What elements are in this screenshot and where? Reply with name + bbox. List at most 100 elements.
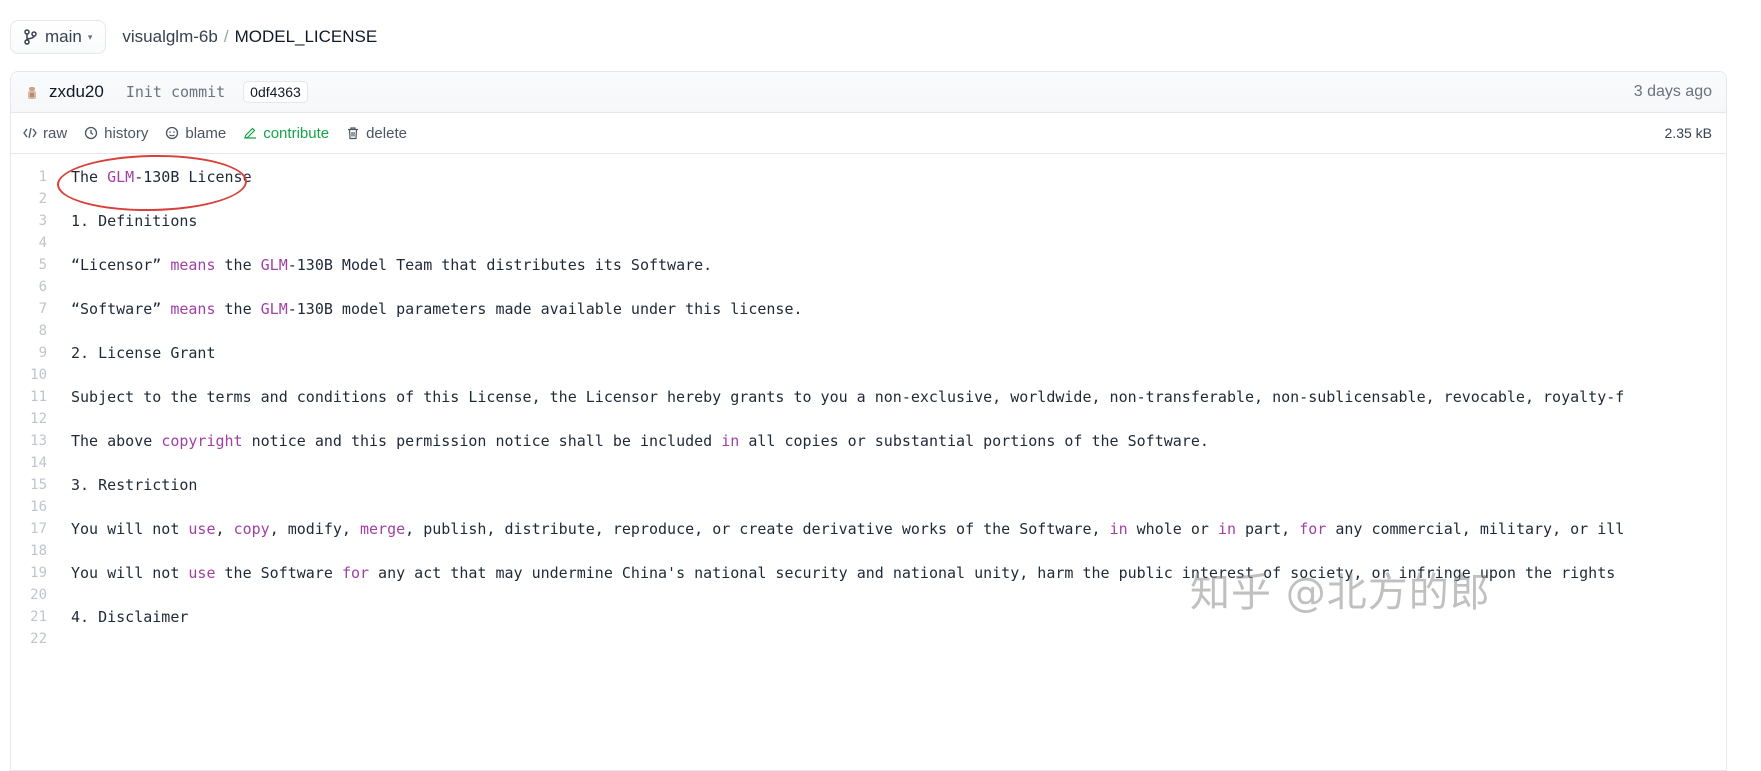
keyword-token: in xyxy=(1217,520,1236,538)
code-line: 11 Subject to the terms and conditions of… xyxy=(11,386,1726,408)
line-text: You will not use, copy, modify, merge, p… xyxy=(71,518,1624,540)
line-number[interactable]: 5 xyxy=(11,254,47,276)
line-text: You will not use the Software for any ac… xyxy=(71,562,1615,584)
code-line: 12 xyxy=(11,408,1726,430)
line-number[interactable]: 15 xyxy=(11,474,47,496)
text-token: 1. Definitions xyxy=(71,212,198,230)
raw-label: raw xyxy=(43,124,68,142)
code-line: 8 xyxy=(11,320,1726,342)
line-number[interactable]: 10 xyxy=(11,364,47,386)
line-text: 2. License Grant xyxy=(71,342,216,364)
code-line: 3 1. Definitions xyxy=(11,210,1726,232)
file-viewer-panel: zxdu20 Init commit 0df4363 3 days ago ra… xyxy=(10,71,1727,771)
text-token: 3. Restriction xyxy=(71,476,198,494)
line-text: 3. Restriction xyxy=(71,474,197,496)
line-number[interactable]: 13 xyxy=(11,430,47,452)
line-text: Subject to the terms and conditions of t… xyxy=(71,386,1624,408)
line-number[interactable]: 1 xyxy=(11,166,47,188)
git-branch-icon xyxy=(24,29,37,45)
line-text: 1. Definitions xyxy=(71,210,197,232)
keyword-token: in xyxy=(721,432,740,450)
code-line: 21 4. Disclaimer xyxy=(11,606,1726,628)
contribute-button[interactable]: contribute xyxy=(243,125,329,142)
file-header-bar: main ▾ visualglm-6b / MODEL_LICENSE xyxy=(10,20,377,54)
code-line: 4 xyxy=(11,232,1726,254)
delete-button[interactable]: delete xyxy=(346,125,407,142)
commit-message[interactable]: Init commit xyxy=(126,83,225,101)
line-number[interactable]: 19 xyxy=(11,562,47,584)
face-icon xyxy=(166,126,179,140)
text-token: any act that may undermine China's natio… xyxy=(369,564,1616,582)
keyword-token: use xyxy=(188,564,216,582)
code-line: 15 3. Restriction xyxy=(11,474,1726,496)
line-number[interactable]: 8 xyxy=(11,320,47,342)
code-line: 10 xyxy=(11,364,1726,386)
blame-label: blame xyxy=(185,124,227,142)
text-token: the Software xyxy=(215,564,342,582)
keyword-token: means xyxy=(170,300,216,318)
history-button[interactable]: history xyxy=(84,125,148,142)
history-label: history xyxy=(104,124,149,142)
line-number[interactable]: 4 xyxy=(11,232,47,254)
text-token: any commercial, military, or ill xyxy=(1326,520,1625,538)
code-icon xyxy=(23,127,37,139)
breadcrumb-separator: / xyxy=(223,27,229,46)
text-token: the xyxy=(215,300,261,318)
line-text: 4. Disclaimer xyxy=(71,606,188,628)
blame-button[interactable]: blame xyxy=(165,125,226,142)
text-token: -130B Model Team that distributes its So… xyxy=(287,256,713,274)
code-line: 13 The above copyright notice and this pe… xyxy=(11,430,1726,452)
text-token: whole or xyxy=(1127,520,1218,538)
line-text: “Software” means the GLM-130B model para… xyxy=(71,298,803,320)
last-commit-row: zxdu20 Init commit 0df4363 3 days ago xyxy=(11,72,1726,113)
line-number[interactable]: 3 xyxy=(11,210,47,232)
keyword-token: means xyxy=(170,256,216,274)
text-token: Subject to the terms and conditions of t… xyxy=(71,388,1625,406)
keyword-token: in xyxy=(1109,520,1128,538)
line-number[interactable]: 17 xyxy=(11,518,47,540)
commit-time: 3 days ago xyxy=(1633,83,1712,100)
line-number[interactable]: 12 xyxy=(11,408,47,430)
line-number[interactable]: 2 xyxy=(11,188,47,210)
text-token: “Software” xyxy=(71,300,171,318)
code-view: 1 The GLM-130B License 2 3 1. Definitions 4 5 “… xyxy=(11,153,1726,650)
keyword-token: use xyxy=(188,520,216,538)
line-number[interactable]: 22 xyxy=(11,628,47,650)
line-number[interactable]: 7 xyxy=(11,298,47,320)
text-token: The xyxy=(71,168,108,186)
keyword-token: GLM xyxy=(107,168,135,186)
raw-button[interactable]: raw xyxy=(23,125,67,142)
keyword-token: GLM xyxy=(260,256,288,274)
trash-icon xyxy=(348,127,359,140)
avatar[interactable] xyxy=(25,86,39,100)
line-number[interactable]: 21 xyxy=(11,606,47,628)
breadcrumb: visualglm-6b / MODEL_LICENSE xyxy=(122,27,377,47)
code-line: 16 xyxy=(11,496,1726,518)
commit-sha-badge[interactable]: 0df4363 xyxy=(243,81,308,103)
breadcrumb-repo[interactable]: visualglm-6b xyxy=(122,27,217,47)
keyword-token: copyright xyxy=(161,432,243,450)
line-number[interactable]: 20 xyxy=(11,584,47,606)
code-line: 19 You will not use the Software for any … xyxy=(11,562,1726,584)
line-number[interactable]: 18 xyxy=(11,540,47,562)
code-line: 20 xyxy=(11,584,1726,606)
commit-author[interactable]: zxdu20 xyxy=(49,82,104,102)
line-number[interactable]: 14 xyxy=(11,452,47,474)
code-line: 1 The GLM-130B License xyxy=(11,166,1726,188)
line-text: The above copyright notice and this perm… xyxy=(71,430,1209,452)
keyword-token: merge xyxy=(360,520,406,538)
branch-selector-button[interactable]: main ▾ xyxy=(10,20,107,54)
text-token: part, xyxy=(1236,520,1300,538)
pencil-icon xyxy=(244,127,257,139)
code-line: 22 xyxy=(11,628,1726,650)
line-number[interactable]: 16 xyxy=(11,496,47,518)
text-token: all copies or substantial portions of th… xyxy=(739,432,1209,450)
text-token: “Licensor” xyxy=(71,256,171,274)
line-number[interactable]: 9 xyxy=(11,342,47,364)
branch-name: main xyxy=(45,27,82,46)
line-number[interactable]: 11 xyxy=(11,386,47,408)
line-number[interactable]: 6 xyxy=(11,276,47,298)
text-token: , publish, distribute, reproduce, or cre… xyxy=(405,520,1110,538)
text-token: -130B License xyxy=(134,168,252,186)
text-token: , modify, xyxy=(269,520,360,538)
